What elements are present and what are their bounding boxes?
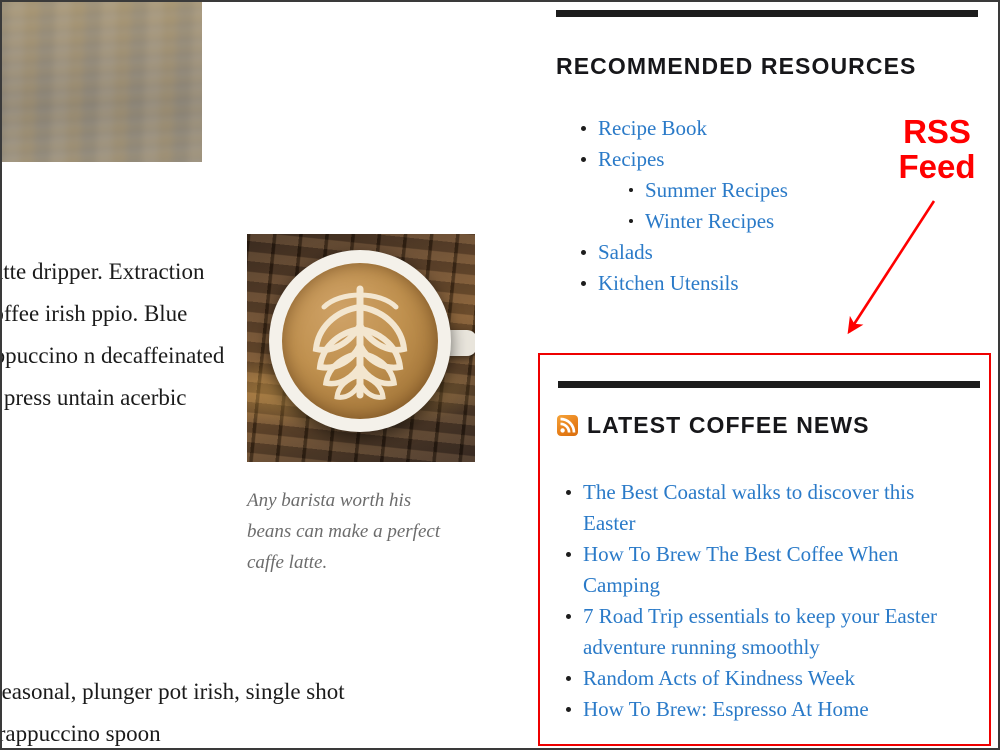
resource-link[interactable]: Recipe Book <box>598 116 707 140</box>
list-item[interactable]: The Best Coastal walks to discover this … <box>557 477 955 539</box>
latest-coffee-news-header: LATEST COFFEE NEWS <box>557 412 870 439</box>
list-item[interactable]: Salads <box>573 237 973 268</box>
list-item[interactable]: Winter Recipes <box>620 206 973 237</box>
news-link[interactable]: 7 Road Trip essentials to keep your East… <box>583 604 937 659</box>
latest-coffee-news-title: LATEST COFFEE NEWS <box>587 412 870 438</box>
list-item[interactable]: How To Brew The Best Coffee When Camping <box>557 539 955 601</box>
annotation-label-line1: RSS <box>903 113 971 150</box>
resource-sublink[interactable]: Winter Recipes <box>645 209 774 233</box>
bullet-icon <box>581 157 586 162</box>
news-link[interactable]: The Best Coastal walks to discover this … <box>583 480 914 535</box>
figure-caption: Any barista worth his beans can make a p… <box>247 490 441 573</box>
bullet-icon <box>566 552 571 557</box>
page-root: a spoon latte dripper. Extraction acerbi… <box>0 0 1000 750</box>
article-paragraph-bottom: e origin seasonal, plunger pot irish, si… <box>2 679 345 746</box>
latest-coffee-news-list: The Best Coastal walks to discover this … <box>557 477 955 725</box>
bullet-icon <box>566 707 571 712</box>
resource-sublink[interactable]: Summer Recipes <box>645 178 788 202</box>
coffee-cup <box>269 250 451 432</box>
recommended-resources-title: RECOMMENDED RESOURCES <box>556 53 917 79</box>
bullet-icon <box>581 281 586 286</box>
section-divider-rule <box>556 10 978 17</box>
news-link[interactable]: Random Acts of Kindness Week <box>583 666 855 690</box>
resource-link[interactable]: Salads <box>598 240 653 264</box>
list-item[interactable]: Random Acts of Kindness Week <box>557 663 955 694</box>
list-item[interactable]: Kitchen Utensils <box>573 268 973 299</box>
rss-icon <box>557 415 578 436</box>
resource-link[interactable]: Recipes <box>598 147 664 171</box>
news-link[interactable]: How To Brew: Espresso At Home <box>583 697 869 721</box>
resource-link[interactable]: Kitchen Utensils <box>598 271 739 295</box>
list-item[interactable]: How To Brew: Espresso At Home <box>557 694 955 725</box>
texture-fill <box>2 2 202 162</box>
list-item[interactable]: 7 Road Trip essentials to keep your East… <box>557 601 955 663</box>
bullet-icon <box>566 676 571 681</box>
bullet-icon <box>629 219 633 223</box>
bullet-icon <box>581 126 586 131</box>
annotation-label: RSS Feed <box>882 114 992 184</box>
caffe-latte-art-photo <box>247 234 475 462</box>
latte-art-rosetta <box>312 285 408 400</box>
bullet-icon <box>629 188 633 192</box>
article-column: a spoon latte dripper. Extraction acerbi… <box>2 2 502 748</box>
wooden-table-texture-photo <box>2 2 202 162</box>
news-link[interactable]: How To Brew The Best Coffee When Camping <box>583 542 898 597</box>
bullet-icon <box>581 250 586 255</box>
annotation-label-line2: Feed <box>898 148 976 185</box>
bullet-icon <box>566 490 571 495</box>
section-divider-rule <box>558 381 980 388</box>
latest-coffee-news-widget: LATEST COFFEE NEWS The Best Coastal walk… <box>538 353 991 746</box>
article-figure <box>247 234 475 462</box>
crema-surface <box>282 263 438 419</box>
bullet-icon <box>566 614 571 619</box>
article-paragraph-top: a spoon latte dripper. Extraction acerbi… <box>2 259 225 410</box>
